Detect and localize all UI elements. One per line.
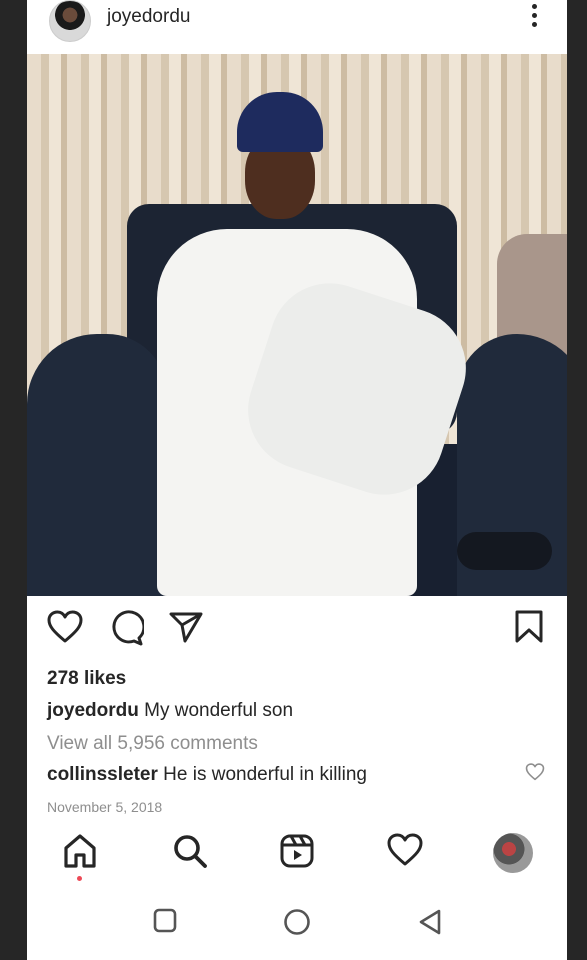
user-avatar[interactable] bbox=[49, 0, 91, 42]
activity-heart-icon[interactable] bbox=[387, 833, 423, 867]
post-photo[interactable] bbox=[27, 54, 567, 596]
reels-icon[interactable] bbox=[279, 833, 315, 869]
home-icon[interactable] bbox=[63, 833, 97, 869]
heart-icon[interactable] bbox=[47, 610, 83, 644]
system-navigation-bar bbox=[27, 890, 567, 960]
recents-button-icon[interactable] bbox=[153, 908, 177, 934]
instagram-post-screen: joyedordu 278 likes joyedordu My wonderf bbox=[27, 0, 567, 960]
caption-username[interactable]: joyedordu bbox=[47, 700, 139, 721]
bottom-nav bbox=[27, 825, 567, 885]
post-username[interactable]: joyedordu bbox=[107, 6, 190, 28]
comment-like-heart-icon[interactable] bbox=[525, 763, 545, 781]
profile-avatar[interactable] bbox=[493, 833, 533, 873]
home-notification-dot bbox=[77, 876, 82, 881]
post-header: joyedordu bbox=[27, 0, 567, 54]
comment-row: collinssleter He is wonderful in killing bbox=[47, 764, 367, 786]
post-caption: joyedordu My wonderful son bbox=[47, 700, 293, 722]
right-frame bbox=[567, 0, 587, 960]
likes-count[interactable]: 278 likes bbox=[47, 668, 126, 690]
caption-text: My wonderful son bbox=[144, 700, 294, 721]
action-row bbox=[27, 610, 567, 654]
more-options-icon[interactable] bbox=[527, 4, 541, 30]
search-icon[interactable] bbox=[172, 833, 208, 869]
back-button-icon[interactable] bbox=[417, 908, 443, 936]
post-date: November 5, 2018 bbox=[47, 799, 163, 815]
share-icon[interactable] bbox=[168, 610, 204, 644]
comment-text: He is wonderful in killing bbox=[163, 764, 367, 785]
comment-icon[interactable] bbox=[108, 610, 144, 646]
comment-username[interactable]: collinssleter bbox=[47, 764, 158, 785]
home-button-icon[interactable] bbox=[283, 908, 311, 936]
view-all-comments-link[interactable]: View all 5,956 comments bbox=[47, 733, 258, 755]
bookmark-icon[interactable] bbox=[514, 610, 544, 644]
left-frame bbox=[0, 0, 27, 960]
